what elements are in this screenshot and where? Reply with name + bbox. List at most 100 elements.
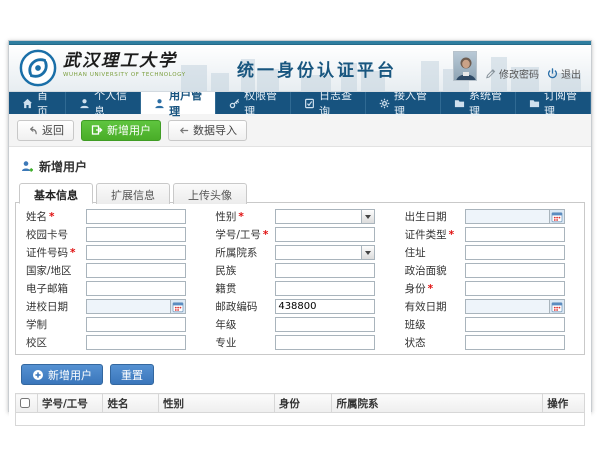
select-all-checkbox[interactable]	[20, 398, 30, 408]
native-place-field[interactable]	[276, 282, 374, 295]
column-header-6: 操作	[543, 394, 585, 413]
required-asterisk: *	[238, 211, 244, 223]
form-grid: 姓名*性别*出生日期校园卡号学号/工号*证件类型*证件号码*所属院系住址国家/地…	[26, 209, 580, 350]
field-label: 政治面貌	[405, 263, 465, 278]
identity-field[interactable]	[466, 282, 564, 295]
chevron-down-icon[interactable]	[361, 210, 374, 223]
folder-icon	[454, 98, 465, 109]
form-field-country-region: 国家/地区	[26, 263, 201, 278]
identity-input	[465, 281, 565, 296]
tab-extended-info[interactable]: 扩展信息	[96, 183, 170, 204]
form-field-campus: 校区	[26, 335, 201, 350]
major-field[interactable]	[276, 336, 374, 349]
nav-item-log-query[interactable]: 日志查询	[291, 92, 366, 114]
gender-field[interactable]	[276, 210, 361, 223]
address-field[interactable]	[466, 246, 564, 259]
user-avatar[interactable]	[453, 51, 477, 81]
campus-card-no-field[interactable]	[87, 228, 185, 241]
power-icon	[547, 68, 558, 79]
data-import-button[interactable]: 数据导入	[168, 120, 247, 141]
grade-field[interactable]	[276, 318, 374, 331]
form-field-email: 电子邮箱	[26, 281, 201, 296]
add-user-submit-button[interactable]: 新增用户	[21, 364, 103, 385]
schooling-length-field[interactable]	[87, 318, 185, 331]
nav-item-subscription-management[interactable]: 订阅管理	[516, 92, 591, 114]
campus-field[interactable]	[87, 336, 185, 349]
status-input	[465, 335, 565, 350]
nav-item-permission-management[interactable]: 权限管理	[216, 92, 291, 114]
calendar-icon[interactable]	[549, 210, 564, 223]
entry-date-field[interactable]	[87, 300, 170, 313]
student-staff-id-field[interactable]	[276, 228, 374, 241]
field-label: 证件号码*	[26, 245, 86, 260]
form-field-entry-date: 进校日期	[26, 299, 201, 314]
form-field-major: 专业	[215, 335, 390, 350]
major-input	[275, 335, 375, 350]
calendar-icon[interactable]	[549, 300, 564, 313]
avatar-photo	[454, 54, 477, 81]
form-actions: 新增用户 重置	[15, 355, 585, 393]
change-password-link[interactable]: 修改密码	[485, 66, 539, 81]
form-field-ethnicity: 民族	[215, 263, 390, 278]
field-label: 校园卡号	[26, 227, 86, 242]
field-label: 电子邮箱	[26, 281, 86, 296]
field-label: 籍贯	[215, 281, 275, 296]
column-header-4: 身份	[274, 394, 332, 413]
entry-date-input	[86, 299, 186, 314]
form-field-id-type: 证件类型*	[405, 227, 580, 242]
nav-item-user-management[interactable]: 用户管理	[141, 92, 216, 114]
country-region-field[interactable]	[87, 264, 185, 277]
id-number-field[interactable]	[87, 246, 185, 259]
form-field-valid-date: 有效日期	[405, 299, 580, 314]
id-type-field[interactable]	[466, 228, 564, 241]
id-number-input	[86, 245, 186, 260]
logout-link[interactable]: 退出	[547, 66, 581, 81]
section-header: 新增用户	[15, 153, 585, 182]
table-empty-row	[16, 413, 585, 426]
back-button[interactable]: 返回	[17, 120, 74, 141]
reset-button[interactable]: 重置	[110, 364, 154, 385]
ethnicity-input	[275, 263, 375, 278]
field-label: 学制	[26, 317, 86, 332]
column-header-5: 所属院系	[332, 394, 543, 413]
required-asterisk: *	[263, 229, 269, 241]
field-label: 出生日期	[405, 209, 465, 224]
ethnicity-field[interactable]	[276, 264, 374, 277]
tab-upload-avatar[interactable]: 上传头像	[173, 183, 247, 204]
section-title-text: 新增用户	[39, 158, 87, 175]
form-field-schooling-length: 学制	[26, 317, 201, 332]
tab-bar: 基本信息扩展信息上传头像	[15, 182, 585, 203]
university-logo	[19, 49, 57, 87]
political-status-field[interactable]	[466, 264, 564, 277]
field-label: 住址	[405, 245, 465, 260]
field-label: 民族	[215, 263, 275, 278]
nav-item-access-management[interactable]: 接入管理	[366, 92, 441, 114]
field-label: 班级	[405, 317, 465, 332]
nav-item-profile[interactable]: 个人信息	[66, 92, 141, 114]
required-asterisk: *	[49, 211, 55, 223]
email-field[interactable]	[87, 282, 185, 295]
column-header-1: 学号/工号	[37, 394, 103, 413]
chevron-down-icon[interactable]	[361, 246, 374, 259]
add-user-toolbar-button[interactable]: 新增用户	[81, 120, 161, 141]
nav-item-system-management[interactable]: 系统管理	[441, 92, 516, 114]
form-field-grade: 年级	[215, 317, 390, 332]
name-field[interactable]	[87, 210, 185, 223]
form-field-status: 状态	[405, 335, 580, 350]
field-label: 身份*	[405, 281, 465, 296]
form-field-id-number: 证件号码*	[26, 245, 201, 260]
valid-date-field[interactable]	[466, 300, 549, 313]
tab-basic-info[interactable]: 基本信息	[19, 183, 93, 204]
department-field[interactable]	[276, 246, 361, 259]
class-field[interactable]	[466, 318, 564, 331]
postal-code-field[interactable]	[276, 300, 374, 313]
birth-date-field[interactable]	[466, 210, 549, 223]
department-select	[275, 245, 375, 260]
nav-item-home[interactable]: 首页	[9, 92, 66, 114]
calendar-icon[interactable]	[170, 300, 185, 313]
select-all-header	[16, 394, 38, 413]
field-label: 国家/地区	[26, 263, 86, 278]
required-asterisk: *	[428, 283, 434, 295]
field-label: 邮政编码	[215, 299, 275, 314]
status-field[interactable]	[466, 336, 564, 349]
